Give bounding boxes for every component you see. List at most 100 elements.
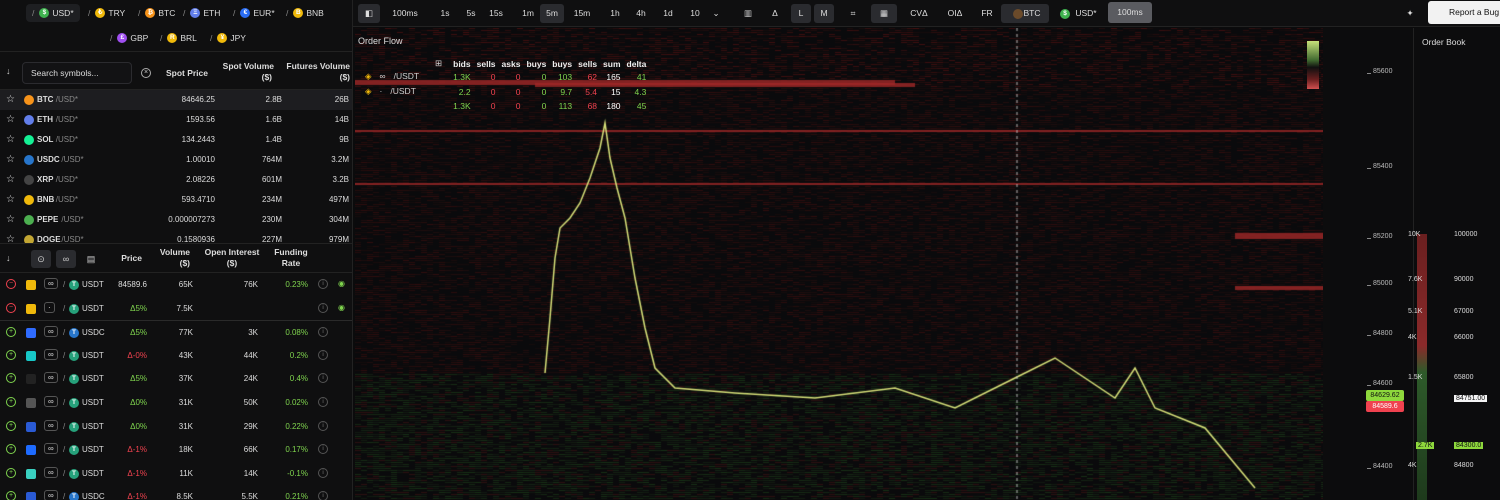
spot-row[interactable]: ☆ ETH/USD* 1593.56 1.6B 14B <box>0 110 352 130</box>
info-icon[interactable]: i <box>318 467 328 478</box>
currency-btc[interactable]: / ₿ BTC <box>138 4 175 22</box>
interval-5m[interactable]: 5m <box>540 4 564 23</box>
toggle-cvδ[interactable]: CVΔ <box>904 4 934 23</box>
order-flow-row[interactable]: 1.3K 0 0 0 113 68 180 45 <box>365 99 649 113</box>
mode-0[interactable]: Δ <box>765 4 785 23</box>
spot-row[interactable]: ☆ PEPE/USD* 0.000007273 230M 304M <box>0 210 352 230</box>
order-flow-row[interactable]: ◈ · /USDT 2.2 0 0 0 9.7 5.4 15 4.3 <box>365 84 649 99</box>
chevron-down-icon[interactable]: ⌄ <box>707 4 725 23</box>
calendar-icon[interactable]: ▤ <box>81 250 101 268</box>
currency-bnb[interactable]: / B BNB <box>286 4 324 22</box>
volume-chart-icon[interactable]: ▦ <box>871 4 897 23</box>
interval-1s[interactable]: 1s <box>433 4 457 23</box>
oi-header[interactable]: Open Interest ($) <box>200 247 264 269</box>
spot-row[interactable]: ☆ USDC/USD* 1.00010 764M 3.2M <box>0 150 352 170</box>
perpetual-icon[interactable]: ∞ <box>56 250 76 268</box>
remove-icon[interactable]: − <box>6 279 16 289</box>
clock-icon[interactable]: ⊙ <box>31 250 51 268</box>
spot-price-header[interactable]: Spot Price <box>160 68 208 79</box>
futures-volume-header[interactable]: Futures Volume ($) <box>284 61 350 83</box>
star-icon[interactable]: ☆ <box>6 114 15 125</box>
info-icon[interactable]: i <box>318 491 328 500</box>
header-sells[interactable]: sells <box>474 58 499 69</box>
speed-button[interactable]: 100ms <box>1108 2 1152 23</box>
bar-chart-icon[interactable]: ▥ <box>738 4 758 23</box>
interval-5s[interactable]: 5s <box>459 4 483 23</box>
remove-icon[interactable]: − <box>6 302 16 313</box>
mode-2[interactable]: M <box>814 4 834 23</box>
spot-row[interactable]: ☆ BNB/USD* 593.4710 234M 497M <box>0 190 352 210</box>
star-icon[interactable]: ☆ <box>6 154 15 165</box>
futures-row[interactable]: + ∞ / T USDT Δ0% 31K 50K 0.02% i <box>0 391 352 415</box>
header-buys[interactable]: buys <box>549 58 575 69</box>
clear-search-icon[interactable]: × <box>141 68 151 78</box>
header-sells[interactable]: sells <box>575 58 600 69</box>
btc-toggle[interactable]: BTC <box>1001 4 1049 23</box>
sort-arrow-icon[interactable]: ↓ <box>6 253 11 263</box>
sidebar-toggle-icon[interactable]: ◧ <box>358 4 380 23</box>
add-icon[interactable]: + <box>6 397 16 407</box>
star-icon[interactable]: ☆ <box>6 134 15 145</box>
futures-row[interactable]: + ∞ / T USDT Δ-1% 18K 66K 0.17% i <box>0 438 352 462</box>
futures-row[interactable]: + ∞ / T USDT Δ0% 31K 29K 0.22% i <box>0 415 352 439</box>
currency-try[interactable]: / ₺ TRY <box>88 4 125 22</box>
futures-row[interactable]: + ∞ / T USDT Δ-1% 11K 14K -0.1% i <box>0 462 352 486</box>
currency-brl[interactable]: / R BRL <box>160 29 197 47</box>
search-input[interactable] <box>22 62 132 84</box>
eye-icon[interactable]: ◉ <box>338 279 345 288</box>
interval-15s[interactable]: 15s <box>484 4 508 23</box>
futures-row[interactable]: + ∞ / T USDC Δ5% 77K 3K 0.08% i <box>0 320 352 344</box>
star-icon[interactable]: ☆ <box>6 174 15 185</box>
interval-1d[interactable]: 1d <box>656 4 680 23</box>
order-flow-row[interactable]: ◈ ∞ /USDT 1.3K 0 0 0 103 62 165 41 <box>365 69 649 84</box>
spot-row[interactable]: ☆ XRP/USD* 2.08226 601M 3.2B <box>0 170 352 190</box>
futures-row[interactable]: − ∞ / T USDT 84589.6 65K 76K 0.23% i ◉ <box>0 273 352 297</box>
mode-1[interactable]: L <box>791 4 811 23</box>
star-icon[interactable]: ☆ <box>6 194 15 205</box>
header-buys[interactable]: buys <box>523 58 549 69</box>
funding-header[interactable]: Funding Rate <box>270 247 312 269</box>
price-axis[interactable]: 85600 85400 85200 85000 84800 84600 84400 84629… <box>1323 28 1413 500</box>
currency-gbp[interactable]: / £ GBP <box>110 29 148 47</box>
header-bids[interactable]: bids <box>450 58 474 69</box>
header-delta[interactable]: delta <box>624 58 650 69</box>
interval-4h[interactable]: 4h <box>629 4 653 23</box>
report-bug-button[interactable]: Report a Bug <box>1428 1 1500 24</box>
add-icon[interactable]: + <box>6 420 16 431</box>
spot-row[interactable]: ☆ SOL/USD* 134.2443 1.4B 9B <box>0 130 352 150</box>
futures-row[interactable]: + ∞ / T USDT Δ-0% 43K 44K 0.2% i <box>0 344 352 368</box>
count-select[interactable]: 10 <box>683 4 707 23</box>
info-icon[interactable]: i <box>318 420 328 431</box>
currency-usd[interactable]: / $ USD* <box>26 4 80 22</box>
info-icon[interactable]: i <box>318 349 328 360</box>
futures-row[interactable]: − · / T USDT Δ5% 7.5K i ◉ <box>0 297 352 321</box>
futures-row[interactable]: + ∞ / T USDT Δ5% 37K 24K 0.4% i <box>0 367 352 391</box>
add-icon[interactable]: + <box>6 349 16 360</box>
interval-1m[interactable]: 1m <box>516 4 540 23</box>
info-icon[interactable]: i <box>318 302 328 313</box>
interval-1h[interactable]: 1h <box>603 4 627 23</box>
star-icon[interactable]: ☆ <box>6 94 15 105</box>
volume-header[interactable]: Volume ($) <box>152 247 190 269</box>
toggle-fr[interactable]: FR <box>972 4 1002 23</box>
price-header[interactable]: Price <box>110 253 142 264</box>
sort-arrow-icon[interactable]: ↓ <box>6 66 11 76</box>
header-asks[interactable]: asks <box>499 58 524 69</box>
info-icon[interactable]: i <box>318 279 328 289</box>
info-icon[interactable]: i <box>318 444 328 455</box>
currency-eth[interactable]: / Ξ ETH <box>183 4 220 22</box>
star-icon[interactable]: ☆ <box>6 214 15 225</box>
info-icon[interactable]: i <box>318 327 328 338</box>
add-icon[interactable]: + <box>6 467 16 478</box>
info-icon[interactable]: i <box>318 373 328 384</box>
toggle-oiδ[interactable]: OIΔ <box>940 4 970 23</box>
twitter-icon[interactable]: ✦ <box>1403 4 1417 23</box>
currency-jpy[interactable]: / ¥ JPY <box>210 29 246 47</box>
futures-row[interactable]: + ∞ / T USDC Δ-1% 8.5K 5.5K 0.21% i <box>0 485 352 500</box>
interval-15m[interactable]: 15m <box>570 4 594 23</box>
header-sum[interactable]: sum <box>600 58 623 69</box>
spot-row[interactable]: ☆ BTC/USD* 84646.25 2.8B 26B <box>0 90 352 110</box>
interval-100ms[interactable]: 100ms <box>388 4 422 23</box>
currency-eur[interactable]: / € EUR* <box>233 4 275 22</box>
add-icon[interactable]: + <box>6 444 16 455</box>
